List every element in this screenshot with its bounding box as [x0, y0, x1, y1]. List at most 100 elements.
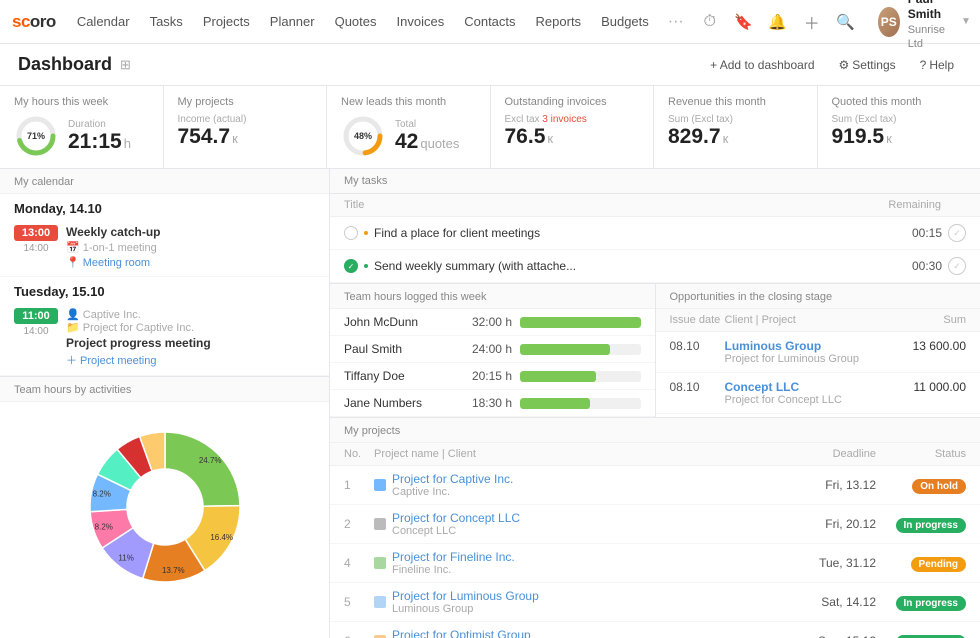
stat-hours-label: My hours this week: [14, 96, 149, 108]
team-member-name: Paul Smith: [344, 342, 449, 356]
bell-icon[interactable]: 🔔: [764, 8, 792, 36]
stat-projects-label: My projects: [178, 96, 313, 108]
help-button[interactable]: ? Help: [912, 54, 962, 76]
projects-sublabel: Income (actual): [178, 114, 247, 125]
logo[interactable]: scoro: [12, 12, 56, 32]
opp-1-date: 08.10: [670, 339, 725, 353]
stat-revenue-label: Revenue this month: [668, 96, 803, 108]
proj-col-no: No.: [344, 448, 374, 460]
proj-row-5: 6 Project for Optimist Group Optimist Gr…: [330, 622, 980, 638]
nav-icons: ⏱ 🔖 🔔 ＋ 🔍: [696, 8, 860, 36]
task-2-time: 00:30: [902, 259, 942, 273]
stat-card-leads: New leads this month 48% Total 42quotes: [327, 86, 491, 168]
add-icon[interactable]: ＋: [798, 8, 826, 36]
proj-1-color: [374, 479, 386, 491]
proj-4-name[interactable]: Project for Luminous Group: [392, 589, 539, 603]
projects-header: My projects: [330, 418, 980, 443]
team-row: Tiffany Doe 20:15 h: [330, 363, 655, 390]
event-title: Weekly catch-up: [66, 225, 315, 239]
team-row: Paul Smith 24:00 h: [330, 336, 655, 363]
user-block[interactable]: PS Paul Smith Sunrise Ltd ▼: [870, 0, 979, 55]
leads-sublabel: Total: [395, 119, 459, 130]
top-navigation: scoro Calendar Tasks Projects Planner Qu…: [0, 0, 980, 44]
task-1-indicator: [364, 231, 368, 235]
leads-unit: quotes: [420, 136, 459, 151]
page-title: Dashboard: [18, 54, 112, 75]
proj-5-name[interactable]: Project for Optimist Group: [392, 628, 531, 638]
tuesday-label: Tuesday, 15.10: [0, 277, 329, 303]
nav-projects[interactable]: Projects: [194, 10, 259, 33]
task-1-checkbox[interactable]: [344, 226, 358, 240]
event-weekly-catchup: 13:00 14:00 Weekly catch-up 📅 1-on-1 mee…: [0, 220, 329, 277]
svg-text:11%: 11%: [118, 554, 133, 563]
tasks-section: My tasks Title Remaining Find a place fo…: [330, 169, 980, 284]
event-location-link[interactable]: 📍 Meeting room: [66, 256, 315, 269]
svg-text:16.4%: 16.4%: [210, 533, 233, 542]
timer-icon[interactable]: ⏱: [696, 8, 724, 36]
svg-text:8.2%: 8.2%: [92, 490, 110, 499]
proj-4-deadline: Sat, 14.12: [786, 595, 876, 609]
add-to-dashboard-button[interactable]: + Add to dashboard: [702, 54, 822, 76]
event2-end-time: 14:00: [14, 326, 58, 337]
opp-col-headers: Issue date Client | Project Sum: [656, 309, 980, 332]
opportunities-section: Opportunities in the closing stage Issue…: [656, 284, 980, 417]
task-1-title: Find a place for client meetings: [374, 226, 896, 240]
nav-reports[interactable]: Reports: [527, 10, 591, 33]
svg-text:24.7%: 24.7%: [198, 456, 221, 465]
hours-value: 21:15: [68, 130, 122, 153]
user-company: Sunrise Ltd: [908, 23, 953, 52]
settings-button[interactable]: ⚙ Settings: [831, 54, 904, 76]
event2-start-time: 11:00: [14, 308, 58, 324]
nav-budgets[interactable]: Budgets: [592, 10, 658, 33]
nav-calendar[interactable]: Calendar: [68, 10, 139, 33]
proj-3-status: Pending: [876, 555, 966, 572]
proj-col-name: Project name | Client: [374, 448, 786, 460]
nav-tasks[interactable]: Tasks: [141, 10, 192, 33]
proj-3-client: Fineline Inc.: [392, 564, 515, 576]
proj-row-4: 5 Project for Luminous Group Luminous Gr…: [330, 583, 980, 622]
task-2-complete-btn[interactable]: ✓: [948, 257, 966, 275]
quoted-sublabel: Sum (Excl tax): [832, 114, 967, 125]
nav-more[interactable]: ···: [660, 9, 692, 35]
task-2-indicator: [364, 264, 368, 268]
event-project-progress: 11:00 14:00 👤 Captive Inc. 📁 Project for…: [0, 303, 329, 376]
projects-section: My projects No. Project name | Client De…: [330, 418, 980, 638]
proj-3-name[interactable]: Project for Fineline Inc.: [392, 550, 515, 564]
opp-col-client: Client | Project: [725, 314, 877, 326]
opp-2-client[interactable]: Concept LLC: [725, 380, 877, 394]
event-type: 📅 1-on-1 meeting: [66, 241, 315, 254]
proj-1-no: 1: [344, 478, 374, 492]
search-icon[interactable]: 🔍: [832, 8, 860, 36]
svg-text:13.7%: 13.7%: [161, 566, 184, 575]
proj-4-client: Luminous Group: [392, 603, 539, 615]
bookmark-icon[interactable]: 🔖: [730, 8, 758, 36]
proj-2-name[interactable]: Project for Concept LLC: [392, 511, 520, 525]
event2-link[interactable]: ＋ Project meeting: [66, 352, 315, 368]
user-dropdown-icon[interactable]: ▼: [961, 16, 971, 27]
task-1-complete-btn[interactable]: ✓: [948, 224, 966, 242]
proj-4-no: 5: [344, 595, 374, 609]
team-member-hours: 18:30 h: [457, 396, 512, 410]
calendar-section-header: My calendar: [0, 169, 329, 194]
opp-1-client[interactable]: Luminous Group: [725, 339, 877, 353]
dashboard-widget-icon[interactable]: ⊞: [120, 57, 131, 73]
team-bar-wrap: [520, 398, 641, 409]
proj-1-name[interactable]: Project for Captive Inc.: [392, 472, 513, 486]
team-member-hours: 20:15 h: [457, 369, 512, 383]
left-column: My calendar Monday, 14.10 13:00 14:00 We…: [0, 169, 330, 638]
page-header: Dashboard ⊞ + Add to dashboard ⚙ Setting…: [0, 44, 980, 86]
stat-card-hours: My hours this week 71% Duration 21:15h: [0, 86, 164, 168]
invoices-unit: к: [547, 131, 553, 146]
proj-4-name-col: Project for Luminous Group Luminous Grou…: [374, 589, 786, 615]
opp-2-client-col: Concept LLC Project for Concept LLC: [725, 380, 877, 406]
opp-2-sum: 11 000.00: [876, 380, 966, 394]
nav-planner[interactable]: Planner: [261, 10, 324, 33]
stat-card-quoted: Quoted this month Sum (Excl tax) 919.5к: [818, 86, 980, 168]
proj-4-badge: In progress: [896, 596, 966, 611]
task-2-title: Send weekly summary (with attache...: [374, 259, 896, 273]
task-2-checkbox[interactable]: ✓: [344, 259, 358, 273]
nav-invoices[interactable]: Invoices: [388, 10, 454, 33]
nav-quotes[interactable]: Quotes: [326, 10, 386, 33]
proj-4-status: In progress: [876, 594, 966, 611]
nav-contacts[interactable]: Contacts: [455, 10, 524, 33]
